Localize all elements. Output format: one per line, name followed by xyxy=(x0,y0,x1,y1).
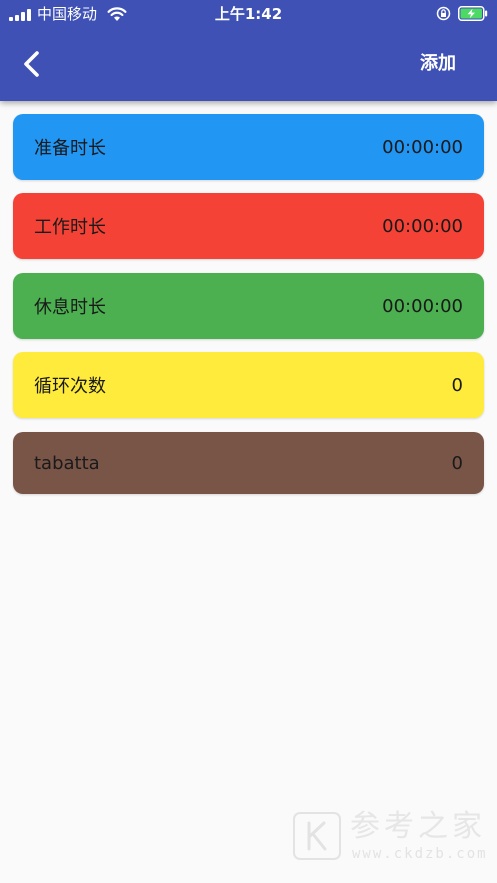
card-value: 00:00:00 xyxy=(382,215,463,237)
chevron-left-icon xyxy=(24,51,39,77)
card-value: 0 xyxy=(451,452,463,474)
status-time: 上午1:42 xyxy=(214,5,283,23)
card-label: 休息时长 xyxy=(34,297,106,318)
card-rest-duration[interactable]: 休息时长 00:00:00 xyxy=(13,273,484,339)
card-prepare-duration[interactable]: 准备时长 00:00:00 xyxy=(13,114,484,180)
app-bar: 中国移动 上午1:42 添加 xyxy=(0,0,497,101)
card-value: 00:00:00 xyxy=(382,136,463,158)
watermark-url: www.ckdzb.com xyxy=(352,846,488,862)
card-value: 00:00:00 xyxy=(382,295,463,317)
battery-icon xyxy=(458,6,488,21)
back-button[interactable] xyxy=(14,47,48,81)
rotation-lock-icon xyxy=(436,6,451,21)
card-tabatta[interactable]: tabatta 0 xyxy=(13,432,484,494)
card-label: 循环次数 xyxy=(34,376,106,397)
card-value: 0 xyxy=(451,374,463,396)
watermark-logo xyxy=(293,812,341,860)
card-label: 准备时长 xyxy=(34,138,106,159)
status-bar: 中国移动 上午1:42 xyxy=(0,0,497,28)
add-button[interactable]: 添加 xyxy=(407,49,469,79)
card-cycle-count[interactable]: 循环次数 0 xyxy=(13,352,484,418)
card-work-duration[interactable]: 工作时长 00:00:00 xyxy=(13,193,484,259)
card-label: tabatta xyxy=(34,452,100,474)
watermark-title: 参考之家 xyxy=(350,809,486,844)
watermark-k-icon xyxy=(307,821,327,851)
card-label: 工作时长 xyxy=(34,217,106,238)
